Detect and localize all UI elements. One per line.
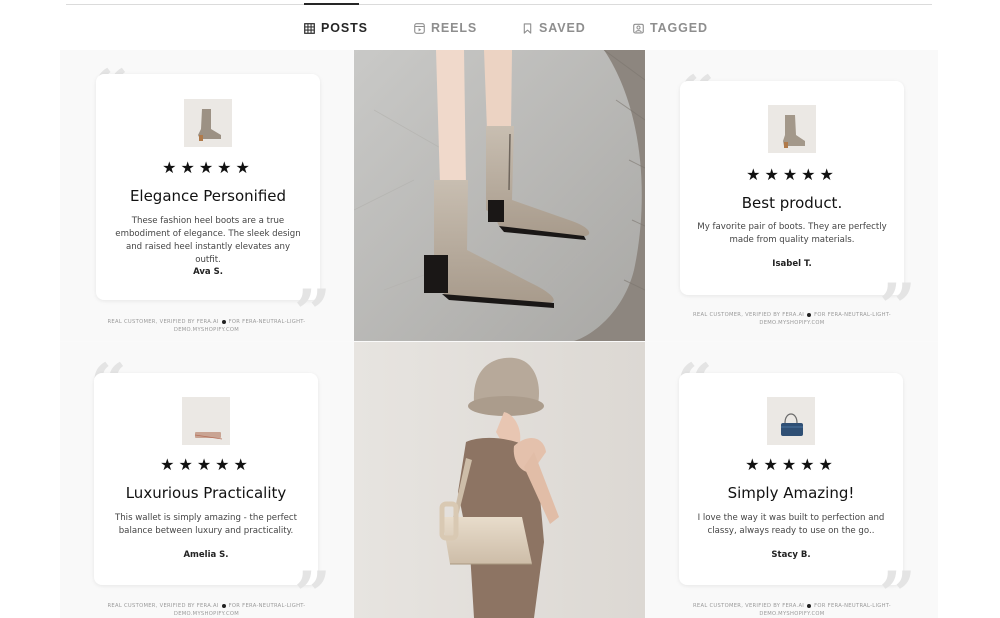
verified-label: REAL CUSTOMER, VERIFIED BY FERA.AI (693, 312, 805, 318)
profile-page: POSTS REELS SAVED TAGGED ★★★★★ Elegance … (0, 0, 1000, 618)
close-quote-icon: ” (879, 270, 916, 341)
ankle-boots-photo (354, 50, 645, 341)
verified-dot-icon (807, 603, 812, 608)
handbag-icon (767, 397, 815, 445)
tab-saved[interactable]: SAVED (522, 20, 586, 36)
model-with-handbag-photo (354, 342, 645, 618)
review-title: Luxurious Practicality (125, 484, 287, 502)
tab-tagged-label: TAGGED (650, 21, 708, 35)
review-title: Best product. (741, 194, 843, 212)
rating-stars: ★★★★★ (162, 158, 254, 177)
review-body: I love the way it was built to perfectio… (697, 513, 885, 536)
verified-label: REAL CUSTOMER, VERIFIED BY FERA.AI (107, 603, 219, 609)
post-photo-handbag[interactable] (354, 342, 645, 618)
rating-stars: ★★★★★ (746, 165, 838, 184)
review-author: Ava S. (193, 267, 223, 277)
verified-footnote: REAL CUSTOMER, VERIFIED BY FERA.AI FOR FE… (686, 311, 898, 327)
review-title: Simply Amazing! (727, 484, 855, 502)
verified-dot-icon (221, 319, 226, 324)
rating-stars: ★★★★★ (745, 455, 837, 474)
tab-posts[interactable]: POSTS (304, 20, 368, 36)
boot-icon (768, 105, 816, 153)
boot-icon (184, 99, 232, 147)
review-card: ★★★★★ Luxurious Practicality This wallet… (94, 373, 318, 585)
post-review-card[interactable]: “ ★★★★★ Elegance Personified These fashi… (60, 50, 353, 341)
verified-dot-icon (221, 603, 226, 608)
profile-tab-bar: POSTS REELS SAVED TAGGED (60, 0, 938, 50)
verified-label: REAL CUSTOMER, VERIFIED BY FERA.AI (107, 319, 219, 325)
posts-grid: “ ★★★★★ Elegance Personified These fashi… (60, 50, 938, 618)
review-author: Isabel T. (772, 259, 812, 269)
review-author: Stacy B. (771, 550, 811, 560)
review-card: ★★★★★ Elegance Personified These fashion… (96, 74, 320, 300)
review-body: This wallet is simply amazing - the perf… (114, 513, 298, 536)
review-author: Amelia S. (183, 550, 229, 560)
verified-footnote: REAL CUSTOMER, VERIFIED BY FERA.AI FOR FE… (100, 318, 313, 334)
bookmark-icon (523, 22, 532, 34)
tab-divider (66, 4, 932, 5)
reels-icon (414, 22, 425, 34)
post-review-card[interactable]: “ ★★★★★ Simply Amazing! I love the way i… (646, 342, 938, 618)
verified-dot-icon (807, 312, 812, 317)
post-review-card[interactable]: “ ★★★★★ Best product. My favorite pair o… (646, 50, 938, 341)
verified-footnote: REAL CUSTOMER, VERIFIED BY FERA.AI FOR FE… (100, 602, 313, 618)
review-card: ★★★★★ Best product. My favorite pair of … (680, 81, 904, 295)
tab-posts-label: POSTS (321, 21, 368, 35)
grid-icon (304, 22, 315, 34)
rating-stars: ★★★★★ (160, 455, 252, 474)
tagged-icon (633, 23, 644, 33)
tab-reels[interactable]: REELS (414, 20, 477, 36)
review-title: Elegance Personified (129, 187, 287, 205)
tab-saved-label: SAVED (539, 21, 586, 35)
post-review-card[interactable]: “ ★★★★★ Luxurious Practicality This wall… (60, 342, 353, 618)
active-tab-indicator (304, 3, 359, 5)
review-body: These fashion heel boots are a true embo… (115, 216, 301, 265)
wallet-icon (182, 397, 230, 445)
tab-reels-label: REELS (431, 21, 478, 35)
verified-label: REAL CUSTOMER, VERIFIED BY FERA.AI (693, 603, 805, 609)
post-photo-boots[interactable] (354, 50, 645, 341)
review-body: My favorite pair of boots. They are perf… (697, 222, 887, 245)
verified-footnote: REAL CUSTOMER, VERIFIED BY FERA.AI FOR FE… (686, 602, 898, 618)
review-card: ★★★★★ Simply Amazing! I love the way it … (679, 373, 903, 585)
tab-tagged[interactable]: TAGGED (633, 20, 708, 36)
